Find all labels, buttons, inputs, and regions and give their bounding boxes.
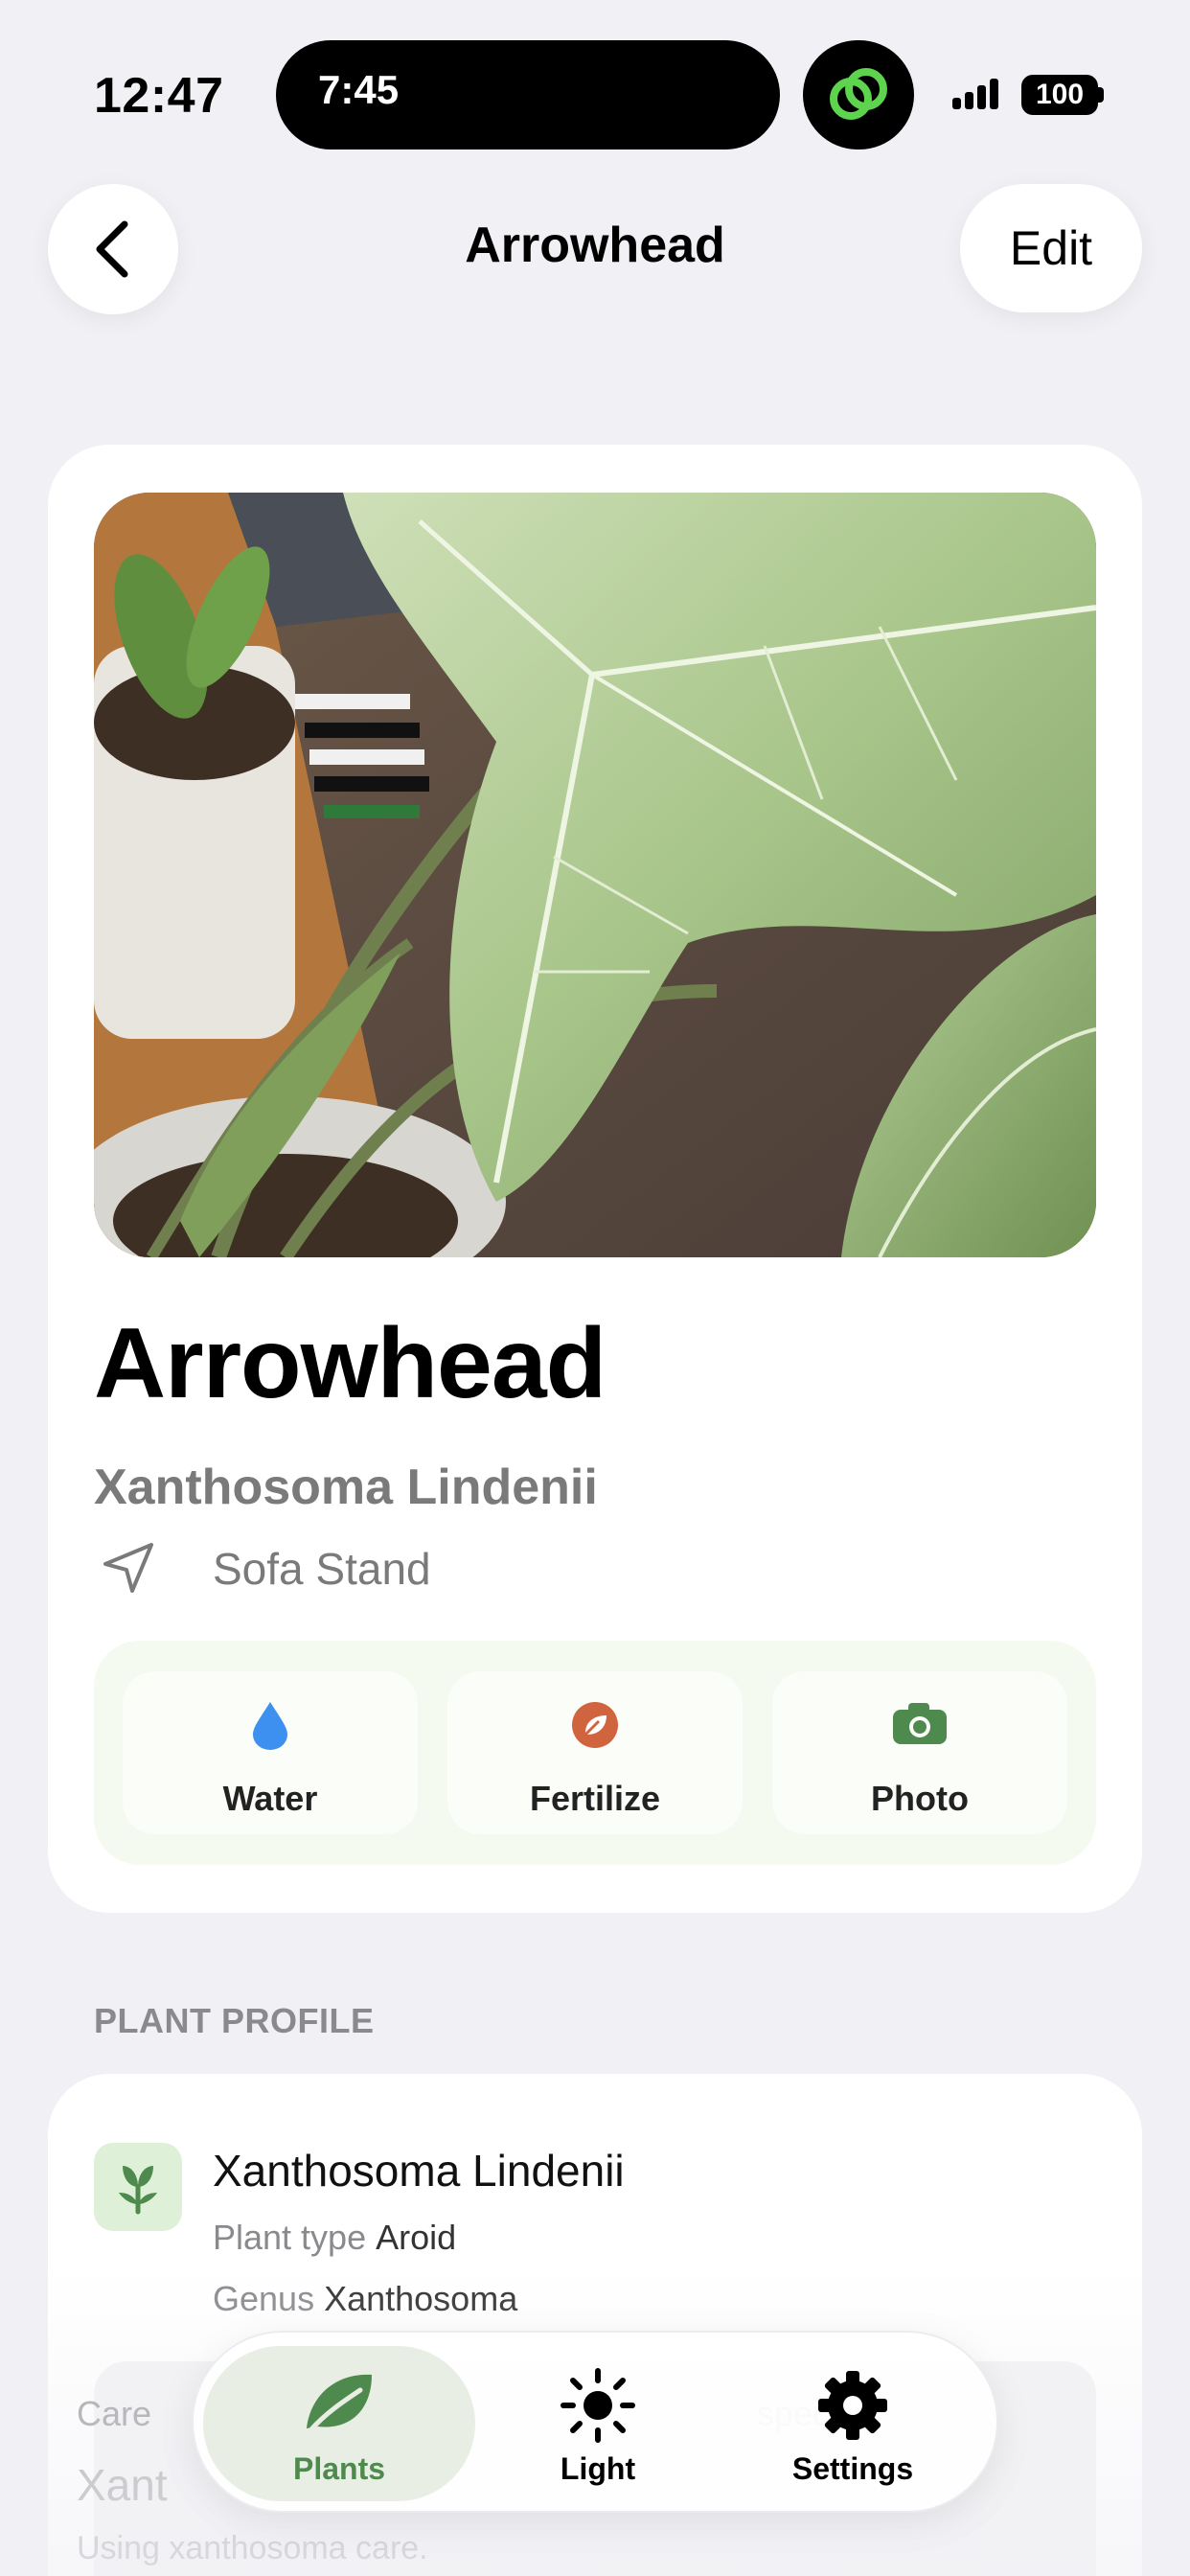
activity-timer: 7:45 bbox=[318, 67, 400, 112]
location-arrow-icon bbox=[100, 1539, 157, 1601]
battery-indicator: 100 bbox=[1021, 75, 1098, 115]
tab-bar: Plants Light Settings bbox=[192, 2331, 998, 2513]
tab-settings[interactable]: Settings bbox=[717, 2346, 989, 2501]
genus-value: Xanthosoma bbox=[324, 2279, 518, 2318]
camera-icon bbox=[772, 1700, 1067, 1746]
plant-type-value: Aroid bbox=[376, 2218, 457, 2257]
linked-app-icon[interactable] bbox=[803, 40, 914, 150]
plant-card: Arrowhead Xanthosoma Lindenii Sofa Stand… bbox=[48, 445, 1142, 1913]
fertilize-label: Fertilize bbox=[529, 1779, 661, 1818]
status-time: 12:47 bbox=[94, 68, 224, 124]
photo-button[interactable]: Photo bbox=[772, 1671, 1067, 1834]
tab-plants-label: Plants bbox=[292, 2451, 386, 2486]
tab-light-label: Light bbox=[560, 2451, 636, 2486]
quick-actions: Water Fertilize Photo bbox=[94, 1641, 1096, 1865]
photo-label: Photo bbox=[871, 1779, 969, 1818]
care-label: Care bbox=[77, 2394, 152, 2433]
section-header-plant-profile: PLANT PROFILE bbox=[94, 2001, 375, 2040]
tab-light[interactable]: Light bbox=[462, 2346, 734, 2501]
plant-type-row: Plant type Aroid bbox=[213, 2218, 456, 2258]
leaf-icon bbox=[203, 2367, 475, 2434]
sprout-icon bbox=[94, 2143, 182, 2231]
water-label: Water bbox=[222, 1779, 318, 1818]
profile-species-title: Xanthosoma Lindenii bbox=[213, 2146, 625, 2196]
leaf-badge-icon bbox=[447, 1700, 743, 1750]
tab-settings-label: Settings bbox=[791, 2451, 914, 2486]
care-description: Using xanthosoma care. bbox=[77, 2530, 428, 2566]
battery-tip bbox=[1098, 87, 1104, 103]
cellular-signal-icon bbox=[950, 77, 1008, 120]
genus-label: Genus bbox=[213, 2279, 315, 2318]
plant-photo[interactable] bbox=[94, 493, 1096, 1257]
plant-species: Xanthosoma Lindenii bbox=[94, 1460, 598, 1515]
fertilize-button[interactable]: Fertilize bbox=[447, 1671, 743, 1834]
status-bar: 12:47 7:45 100 bbox=[0, 0, 1190, 172]
water-drop-icon bbox=[123, 1700, 418, 1750]
water-button[interactable]: Water bbox=[123, 1671, 418, 1834]
dynamic-island[interactable]: 7:45 bbox=[276, 40, 780, 150]
genus-row: Genus Xanthosoma bbox=[213, 2279, 517, 2319]
care-name: Xant bbox=[77, 2460, 168, 2510]
plant-type-label: Plant type bbox=[213, 2218, 367, 2257]
gear-icon bbox=[717, 2367, 989, 2444]
plant-name: Arrowhead bbox=[94, 1308, 606, 1419]
plant-location[interactable]: Sofa Stand bbox=[213, 1543, 431, 1595]
edit-button[interactable]: Edit bbox=[960, 184, 1142, 312]
tab-plants[interactable]: Plants bbox=[203, 2346, 475, 2501]
sun-icon bbox=[462, 2367, 734, 2444]
